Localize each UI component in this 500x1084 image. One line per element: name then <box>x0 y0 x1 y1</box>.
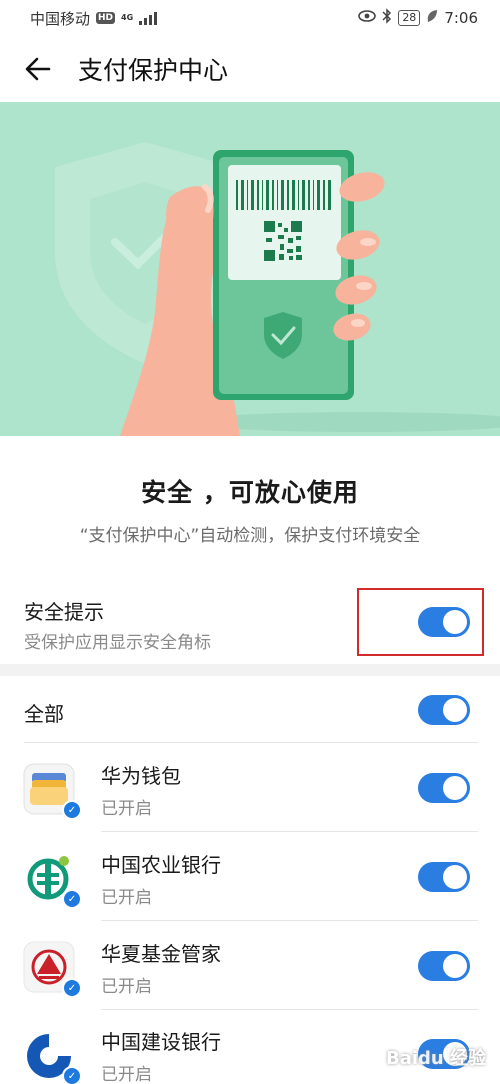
highlight-annotation-box <box>357 588 484 656</box>
toggle-knob <box>443 776 467 800</box>
abc-bank-icon: ✓ <box>22 849 82 909</box>
wallet-icon: ✓ <box>22 760 82 820</box>
app-name: 中国农业银行 <box>101 853 221 877</box>
clock: 7:06 <box>444 9 478 27</box>
page-title: 支付保护中心 <box>78 56 229 85</box>
status-right: 28 7:06 <box>358 8 478 28</box>
app-status: 已开启 <box>101 799 152 819</box>
status-bar: 中国移动 HD 4G 28 7:06 <box>0 0 500 36</box>
security-status-title: 安全 ，可放心使用 <box>141 478 359 507</box>
bluetooth-icon <box>382 8 392 28</box>
app-toggle-wallet[interactable] <box>418 773 470 803</box>
all-apps-toggle[interactable] <box>418 695 470 725</box>
section-divider <box>0 664 500 676</box>
security-status-subtitle: “支付保护中心”自动检测，保护支付环境安全 <box>79 526 421 546</box>
protected-badge-icon: ✓ <box>62 1066 82 1084</box>
app-status: 已开启 <box>101 888 152 908</box>
protected-badge-icon: ✓ <box>62 978 82 998</box>
huaxia-fund-icon: ✓ <box>22 938 82 998</box>
network-type: 4G <box>121 13 134 22</box>
baidu-watermark: Baidu 经验 <box>385 1048 486 1069</box>
security-tip-title: 安全提示 <box>24 600 104 624</box>
all-apps-label: 全部 <box>24 702 64 726</box>
back-button[interactable] <box>18 49 58 89</box>
eye-icon <box>358 10 377 26</box>
app-name: 华为钱包 <box>101 764 181 788</box>
carrier-label: 中国移动 <box>30 9 91 28</box>
row-divider <box>101 1009 478 1010</box>
ccb-bank-icon: ✓ <box>22 1026 82 1084</box>
back-arrow-icon <box>25 57 51 81</box>
protected-badge-icon: ✓ <box>62 889 82 909</box>
signal-icon <box>139 11 158 25</box>
toggle-knob <box>443 954 467 978</box>
row-divider <box>101 831 478 832</box>
app-status: 已开启 <box>101 1065 152 1084</box>
hero-illustration <box>0 102 500 436</box>
protected-badge-icon: ✓ <box>62 800 82 820</box>
app-name: 华夏基金管家 <box>101 942 221 966</box>
security-tip-subtitle: 受保护应用显示安全角标 <box>24 633 211 653</box>
hd-badge: HD <box>96 12 116 24</box>
battery-indicator: 28 <box>398 10 421 26</box>
row-divider <box>24 742 478 743</box>
app-name: 中国建设银行 <box>101 1030 221 1054</box>
status-left: 中国移动 HD 4G <box>30 8 158 29</box>
toggle-knob <box>443 698 467 722</box>
app-toggle-abc[interactable] <box>418 862 470 892</box>
app-status: 已开启 <box>101 977 152 997</box>
toggle-knob <box>443 865 467 889</box>
leaf-icon <box>426 9 438 27</box>
row-divider <box>101 920 478 921</box>
app-toggle-huaxia[interactable] <box>418 951 470 981</box>
app-bar: 支付保护中心 <box>0 36 500 102</box>
